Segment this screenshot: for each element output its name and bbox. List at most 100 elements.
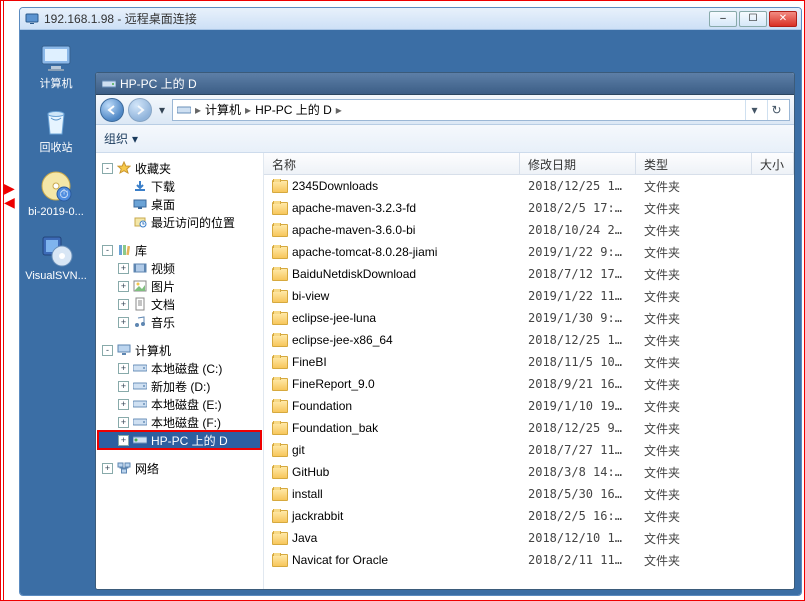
rdp-icon (24, 11, 40, 27)
explorer-titlebar[interactable]: HP-PC 上的 D (96, 73, 794, 95)
col-type[interactable]: 类型 (636, 153, 752, 174)
breadcrumb[interactable]: HP-PC 上的 D (255, 101, 332, 118)
minimize-button[interactable]: – (709, 11, 737, 27)
file-date: 2019/1/22 11:17 (520, 289, 636, 303)
list-item[interactable]: eclipse-jee-x86_642018/12/25 11:04文件夹 (264, 329, 794, 351)
list-item[interactable]: eclipse-jee-luna2019/1/30 9:54文件夹 (264, 307, 794, 329)
list-item[interactable]: 2345Downloads2018/12/25 15:00文件夹 (264, 175, 794, 197)
tree-item[interactable]: +本地磁盘 (E:) (98, 395, 261, 413)
drive-icon (177, 104, 191, 116)
expand-icon[interactable]: + (118, 435, 129, 446)
tree-item[interactable]: + 视频 (98, 259, 261, 277)
nav-tree[interactable]: -收藏夹下载桌面最近访问的位置-库+视频+图片+文档+音乐-计算机+本地磁盘 (… (96, 153, 264, 589)
folder-icon (272, 510, 288, 523)
expand-icon[interactable]: + (118, 317, 129, 328)
list-item[interactable]: Java2018/12/10 17:03文件夹 (264, 527, 794, 549)
list-item[interactable]: apache-tomcat-8.0.28-jiami2019/1/22 9:25… (264, 241, 794, 263)
file-date: 2019/1/22 9:25 (520, 245, 636, 259)
tree-favorites[interactable]: -收藏夹 (98, 159, 261, 177)
breadcrumb[interactable]: 计算机 (205, 101, 241, 118)
expand-icon[interactable]: + (118, 381, 129, 392)
rdp-titlebar[interactable]: 192.168.1.98 - 远程桌面连接 – ☐ ✕ (20, 8, 801, 30)
list-item[interactable]: apache-maven-3.2.3-fd2018/2/5 17:05文件夹 (264, 197, 794, 219)
expand-icon[interactable]: + (118, 399, 129, 410)
file-name: eclipse-jee-x86_64 (292, 333, 393, 347)
expand-icon[interactable]: + (102, 463, 113, 474)
list-item[interactable]: FineBI2018/11/5 10:00文件夹 (264, 351, 794, 373)
list-item[interactable]: GitHub2018/3/8 14:10文件夹 (264, 461, 794, 483)
chevron-right-icon[interactable]: ▸ (336, 103, 342, 117)
desktop-item-computer[interactable]: 计算机 (28, 40, 84, 90)
list-item[interactable]: BaiduNetdiskDownload2018/7/12 17:24文件夹 (264, 263, 794, 285)
tree-item[interactable]: +文档 (98, 295, 261, 313)
chevron-right-icon[interactable]: ▸ (195, 103, 201, 117)
file-date: 2019/1/30 9:54 (520, 311, 636, 325)
expand-icon[interactable]: + (118, 281, 129, 292)
expand-icon[interactable]: + (118, 363, 129, 374)
tree-item-label: 视频 (151, 260, 175, 277)
tree-item[interactable]: 最近访问的位置 (98, 213, 261, 231)
desktop-item-visualsvn[interactable]: VisualSVN... (28, 232, 84, 282)
list-item[interactable]: install2018/5/30 16:22文件夹 (264, 483, 794, 505)
list-item[interactable]: bi-view2019/1/22 11:17文件夹 (264, 285, 794, 307)
file-date: 2018/11/5 10:00 (520, 355, 636, 369)
tree-item[interactable]: 下载 (98, 177, 261, 195)
file-date: 2018/7/12 17:24 (520, 267, 636, 281)
list-item[interactable]: Navicat for Oracle2018/2/11 11:41文件夹 (264, 549, 794, 571)
tree-item[interactable]: + 音乐 (98, 313, 261, 331)
drive-icon (132, 396, 148, 412)
folder-icon (272, 356, 288, 369)
close-button[interactable]: ✕ (769, 11, 797, 27)
col-name[interactable]: 名称 (264, 153, 520, 174)
file-name: jackrabbit (292, 509, 343, 523)
collapse-icon[interactable]: - (102, 245, 113, 256)
forward-button[interactable] (128, 98, 152, 122)
list-item[interactable]: jackrabbit2018/2/5 16:11文件夹 (264, 505, 794, 527)
address-bar[interactable]: ▸ 计算机 ▸ HP-PC 上的 D ▸ ▾ ↻ (172, 99, 790, 121)
expand-icon[interactable]: + (118, 417, 129, 428)
expand-icon[interactable]: + (118, 299, 129, 310)
file-date: 2018/10/24 20:43 (520, 223, 636, 237)
folder-icon (272, 334, 288, 347)
chevron-right-icon[interactable]: ▸ (245, 103, 251, 117)
tree-item[interactable]: + 本地磁盘 (C:) (98, 359, 261, 377)
folder-icon (272, 466, 288, 479)
folder-icon (272, 554, 288, 567)
history-dropdown[interactable]: ▾ (156, 101, 168, 119)
tree-computer[interactable]: -计算机 (98, 341, 261, 359)
tree-item-label: 音乐 (151, 314, 175, 331)
file-type: 文件夹 (636, 376, 752, 393)
tree-item[interactable]: 桌面 (98, 195, 261, 213)
organize-button[interactable]: 组织 ▾ (104, 130, 138, 147)
list-item[interactable]: Foundation2019/1/10 19:41文件夹 (264, 395, 794, 417)
tree-item-label: 桌面 (151, 196, 175, 213)
desktop-item-disc[interactable]: ⏱bi-2019-0... (28, 168, 84, 218)
expand-icon[interactable]: + (118, 263, 129, 274)
nav-toolbar: ▾ ▸ 计算机 ▸ HP-PC 上的 D ▸ ▾ ↻ (96, 95, 794, 125)
list-item[interactable]: git2018/7/27 11:05文件夹 (264, 439, 794, 461)
tree-item[interactable]: +新加卷 (D:) (98, 377, 261, 395)
col-size[interactable]: 大小 (752, 153, 794, 174)
tree-item[interactable]: +图片 (98, 277, 261, 295)
collapse-icon[interactable]: - (102, 163, 113, 174)
command-bar: 组织 ▾ (96, 125, 794, 153)
address-dropdown[interactable]: ▾ (745, 100, 763, 120)
file-type: 文件夹 (636, 508, 752, 525)
list-item[interactable]: FineReport_9.02018/9/21 16:17文件夹 (264, 373, 794, 395)
desktop-item-recycle-bin[interactable]: 回收站 (28, 104, 84, 154)
tree-libraries[interactable]: -库 (98, 241, 261, 259)
back-button[interactable] (100, 98, 124, 122)
list-item[interactable]: Foundation_bak2018/12/25 9:10文件夹 (264, 417, 794, 439)
refresh-button[interactable]: ↻ (767, 100, 785, 120)
tree-item-label: 本地磁盘 (C:) (151, 360, 222, 377)
collapse-icon[interactable]: - (102, 345, 113, 356)
col-date[interactable]: 修改日期 (520, 153, 636, 174)
list-item[interactable]: apache-maven-3.6.0-bi2018/10/24 20:43文件夹 (264, 219, 794, 241)
svg-text:⏱: ⏱ (59, 187, 68, 201)
list-body[interactable]: 2345Downloads2018/12/25 15:00文件夹apache-m… (264, 175, 794, 589)
tree-item-selected[interactable]: +HP-PC 上的 D (98, 431, 261, 449)
tree-item[interactable]: +本地磁盘 (F:) (98, 413, 261, 431)
tree-network[interactable]: +网络 (98, 459, 261, 477)
maximize-button[interactable]: ☐ (739, 11, 767, 27)
file-type: 文件夹 (636, 200, 752, 217)
